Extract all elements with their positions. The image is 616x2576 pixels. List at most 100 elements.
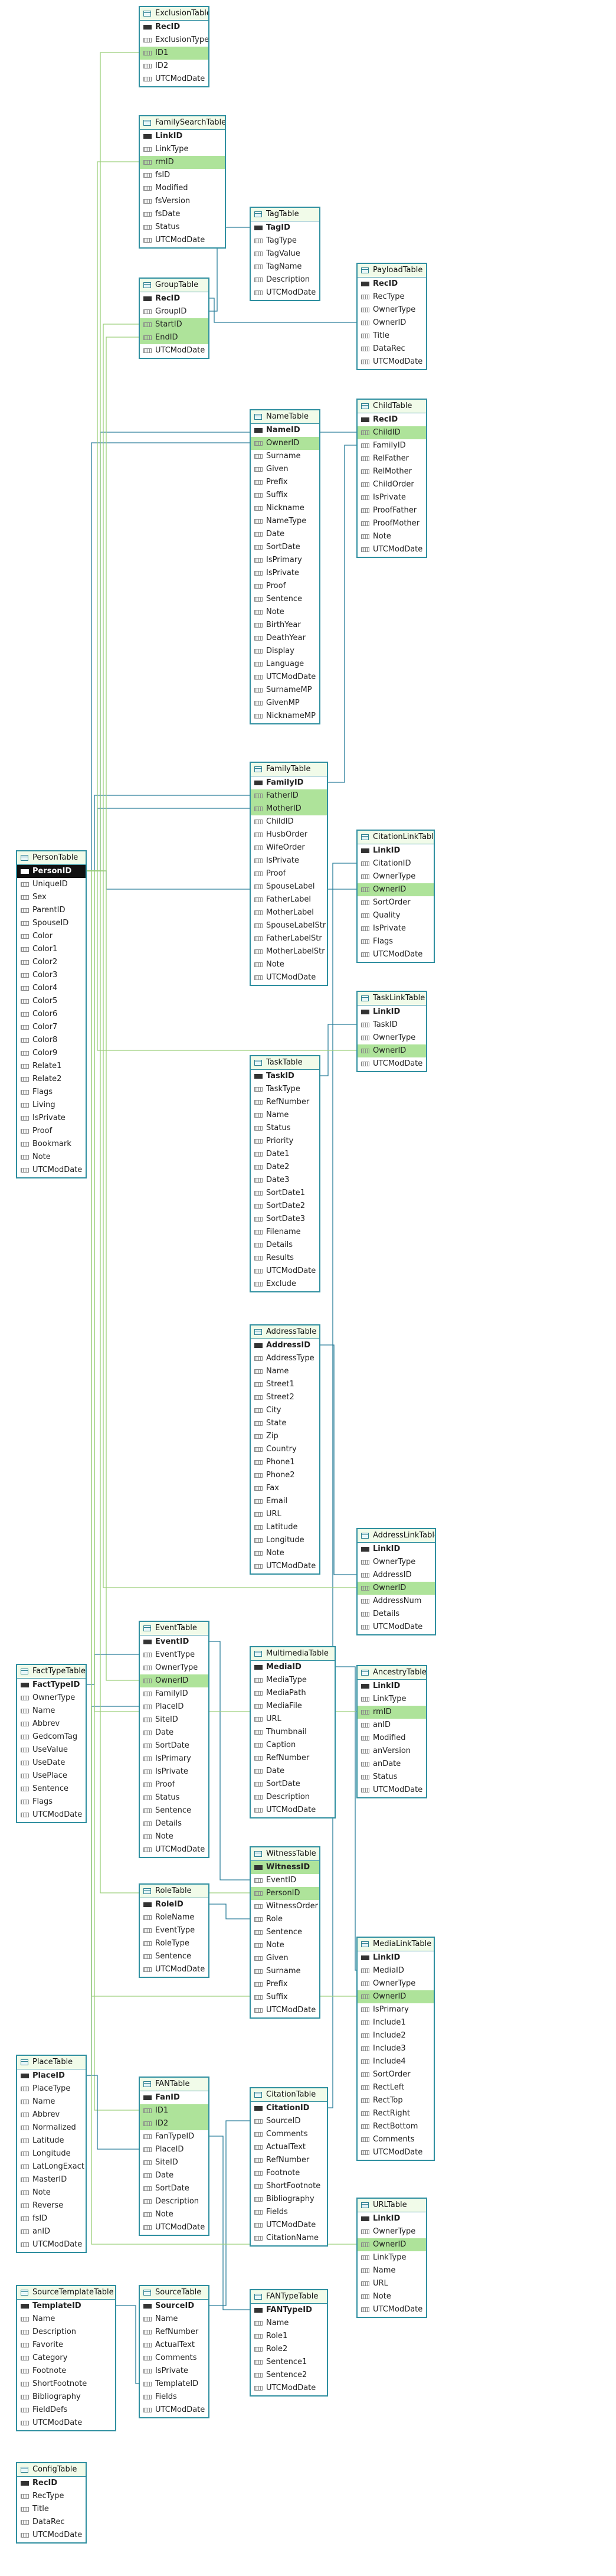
field-row[interactable]: FatherLabel <box>251 893 327 906</box>
field-row[interactable]: Latitude <box>251 1521 319 1534</box>
field-row[interactable]: GivenMP <box>251 697 319 710</box>
field-row[interactable]: ProofMother <box>358 517 426 530</box>
field-row[interactable]: Details <box>251 1239 319 1252</box>
field-row[interactable]: UTCModDate <box>358 355 426 368</box>
field-row[interactable]: Color9 <box>17 1047 86 1060</box>
field-row[interactable]: RelFather <box>358 452 426 465</box>
field-row[interactable]: SourceID <box>140 2300 208 2313</box>
citation-table-box[interactable]: CitationTable CitationID SourceID Comments A… <box>250 2087 328 2247</box>
field-row[interactable]: Street2 <box>251 1391 319 1404</box>
field-row[interactable]: SortDate1 <box>251 1187 319 1200</box>
field-row[interactable]: Given <box>251 463 319 476</box>
field-row[interactable]: Color <box>17 930 86 943</box>
field-row[interactable]: Fax <box>251 1482 319 1495</box>
field-row[interactable]: Name <box>251 2317 327 2330</box>
field-row[interactable]: RelMother <box>358 465 426 478</box>
field-row[interactable]: FieldDefs <box>17 2404 115 2417</box>
field-row[interactable]: URL <box>358 2277 426 2290</box>
field-row[interactable]: PersonID <box>17 865 86 878</box>
field-row[interactable]: Nickname <box>251 502 319 515</box>
field-row[interactable]: Note <box>358 2290 426 2303</box>
table-title[interactable]: ChildTable <box>358 400 426 413</box>
field-row[interactable]: Longitude <box>17 2147 86 2160</box>
field-row[interactable]: OwnerID <box>358 883 434 896</box>
field-row[interactable]: OwnerID <box>358 316 426 329</box>
field-row[interactable]: MediaPath <box>251 1687 335 1700</box>
field-row[interactable]: fsDate <box>140 208 225 221</box>
field-row[interactable]: Relate2 <box>17 1073 86 1086</box>
field-row[interactable]: FANTypeID <box>251 2304 327 2317</box>
field-row[interactable]: UTCModDate <box>358 1621 435 1634</box>
field-row[interactable]: ChildOrder <box>358 478 426 491</box>
field-row[interactable]: SpouseLabelStr <box>251 919 327 932</box>
field-row[interactable]: WifeOrder <box>251 841 327 854</box>
field-row[interactable]: UTCModDate <box>17 2417 115 2430</box>
field-row[interactable]: Date3 <box>251 1174 319 1187</box>
field-row[interactable]: EventType <box>140 1648 208 1661</box>
field-row[interactable]: Note <box>17 1151 86 1164</box>
field-row[interactable]: ProofFather <box>358 504 426 517</box>
field-row[interactable]: OwnerID <box>251 437 319 450</box>
field-row[interactable]: Note <box>140 1830 208 1843</box>
field-row[interactable]: Phone2 <box>251 1469 319 1482</box>
field-row[interactable]: Name <box>358 2264 426 2277</box>
field-row[interactable]: CitationID <box>251 2102 327 2115</box>
table-title[interactable]: MultimediaTable <box>251 1647 335 1661</box>
field-row[interactable]: Color7 <box>17 1021 86 1034</box>
field-row[interactable]: Language <box>251 658 319 671</box>
field-row[interactable]: Name <box>17 2313 115 2326</box>
field-row[interactable]: SurnameMP <box>251 684 319 697</box>
field-row[interactable]: IsPrimary <box>140 1752 208 1765</box>
field-row[interactable]: SiteID <box>140 1713 208 1726</box>
field-row[interactable]: OwnerID <box>140 1674 208 1687</box>
family-table-box[interactable]: FamilyTable FamilyID FatherID MotherID Child… <box>250 762 328 986</box>
field-row[interactable]: OwnerType <box>140 1661 208 1674</box>
field-row[interactable]: ActualText <box>251 2141 327 2154</box>
table-title[interactable]: MediaLinkTable <box>358 1938 434 1951</box>
tag-table-box[interactable]: TagTable TagID TagType TagValue TagName Descr… <box>250 207 320 301</box>
field-row[interactable]: Name <box>17 2095 86 2108</box>
fantype-table-box[interactable]: FANTypeTable FANTypeID Name Role1 Role2 Sente… <box>250 2289 328 2397</box>
field-row[interactable]: OwnerType <box>358 1556 435 1569</box>
field-row[interactable]: Sentence1 <box>251 2356 327 2369</box>
field-row[interactable]: UTCModDate <box>140 1963 208 1976</box>
field-row[interactable]: Proof <box>251 867 327 880</box>
field-row[interactable]: LinkType <box>358 1693 426 1706</box>
table-title[interactable]: AncestryTable <box>358 1666 426 1680</box>
field-row[interactable]: DeathYear <box>251 632 319 645</box>
field-row[interactable]: Name <box>140 2313 208 2326</box>
field-row[interactable]: SortDate <box>251 541 319 554</box>
table-title[interactable]: PersonTable <box>17 851 86 865</box>
family-search-table-box[interactable]: FamilySearchTable LinkID LinkType rmID fsID M… <box>139 115 226 249</box>
field-row[interactable]: anID <box>17 2225 86 2238</box>
table-title[interactable]: TagTable <box>251 208 319 221</box>
witness-table-box[interactable]: WitnessTable WitnessID EventID PersonID Witn… <box>250 1846 320 2019</box>
field-row[interactable]: OwnerID <box>358 1990 434 2003</box>
field-row[interactable]: Note <box>140 2208 208 2221</box>
field-row[interactable]: UTCModDate <box>140 1843 208 1856</box>
field-row[interactable]: Flags <box>17 1086 86 1099</box>
field-row[interactable]: Display <box>251 645 319 658</box>
field-row[interactable]: Abbrev <box>17 2108 86 2121</box>
field-row[interactable]: UseDate <box>17 1756 86 1769</box>
field-row[interactable]: Email <box>251 1495 319 1508</box>
field-row[interactable]: Sentence <box>140 1950 208 1963</box>
field-row[interactable]: Proof <box>140 1778 208 1791</box>
field-row[interactable]: RecID <box>358 413 426 426</box>
payload-table-box[interactable]: PayloadTable RecID RecType OwnerType OwnerID… <box>356 263 427 370</box>
field-row[interactable]: Description <box>251 273 319 286</box>
field-row[interactable]: TagID <box>251 221 319 234</box>
field-row[interactable]: Longitude <box>251 1534 319 1547</box>
field-row[interactable]: OwnerType <box>358 303 426 316</box>
event-table-box[interactable]: EventTable EventID EventType OwnerType Owner… <box>139 1621 209 1858</box>
field-row[interactable]: ChildID <box>358 426 426 439</box>
field-row[interactable]: OwnerID <box>358 2238 426 2251</box>
field-row[interactable]: Title <box>358 329 426 342</box>
table-title[interactable]: RoleTable <box>140 1885 208 1898</box>
field-row[interactable]: Modified <box>140 182 225 195</box>
field-row[interactable]: ID2 <box>140 60 208 73</box>
field-row[interactable]: MotherID <box>251 802 327 815</box>
field-row[interactable]: PlaceType <box>17 2082 86 2095</box>
field-row[interactable]: anID <box>358 1719 426 1732</box>
field-row[interactable]: Date <box>140 1726 208 1739</box>
